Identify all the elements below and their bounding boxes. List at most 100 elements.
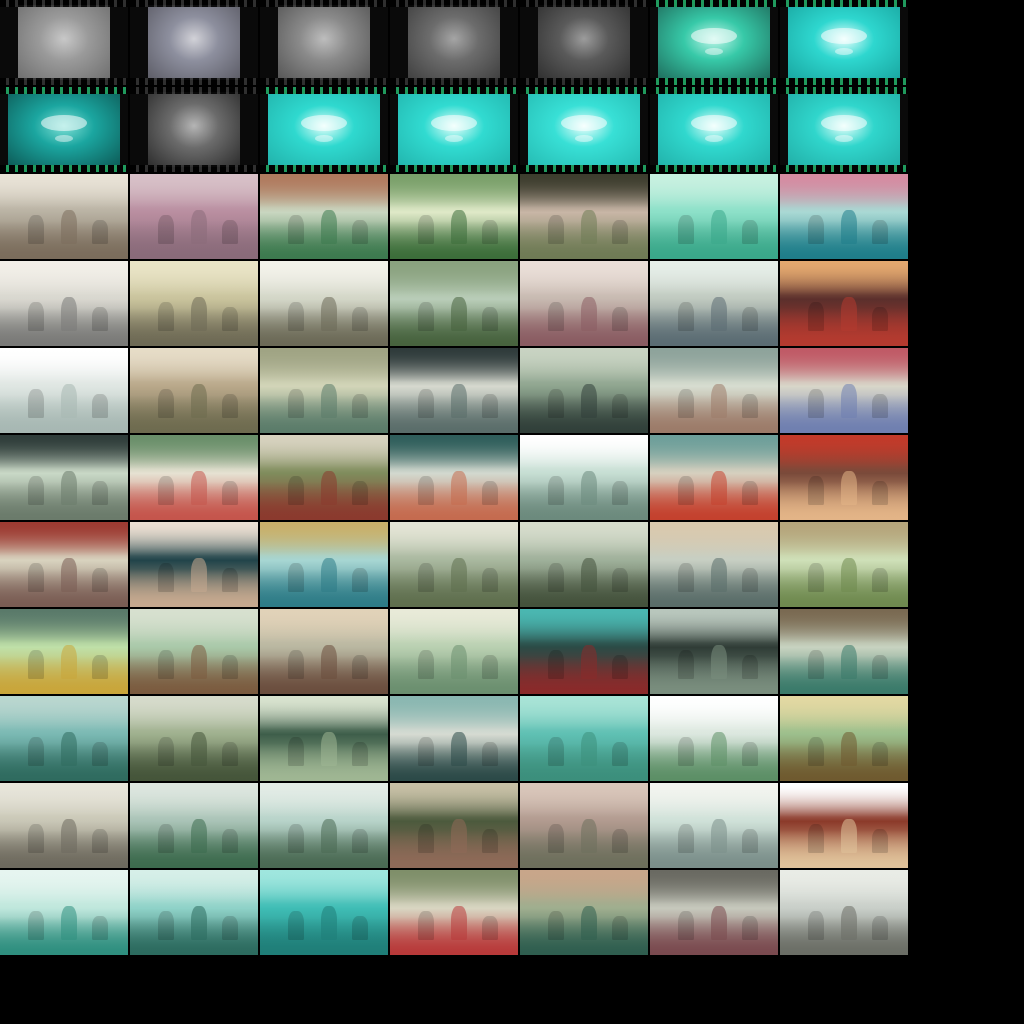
thumbnail-r1c1[interactable]: [0, 0, 128, 85]
thumbnail-r5c3[interactable]: [260, 348, 388, 433]
thumbnail-r10c3[interactable]: [260, 783, 388, 868]
thumbnail-r9c1[interactable]: [0, 696, 128, 781]
thumbnail-r3c3[interactable]: [260, 174, 388, 259]
thumbnail-r6c1[interactable]: [0, 435, 128, 520]
photo-subject-shape: [678, 301, 694, 331]
thumbnail-r4c6[interactable]: [650, 261, 778, 346]
thumbnail-r11c6[interactable]: [650, 870, 778, 955]
thumbnail-r1c7[interactable]: [780, 0, 908, 85]
thumbnail-r7c2[interactable]: [130, 522, 258, 607]
thumbnail-r3c4[interactable]: [390, 174, 518, 259]
thumbnail-r10c2[interactable]: [130, 783, 258, 868]
photo-subject-shape: [711, 731, 727, 766]
photo-subject-shape: [612, 480, 628, 505]
photo-subject-shape: [92, 567, 108, 592]
thumbnail-r11c5[interactable]: [520, 870, 648, 955]
thumbnail-r8c2[interactable]: [130, 609, 258, 694]
thumbnail-r2c1[interactable]: [0, 87, 128, 172]
thumbnail-r2c5[interactable]: [520, 87, 648, 172]
thumbnail-r5c7[interactable]: [780, 348, 908, 433]
thumbnail-r11c3[interactable]: [260, 870, 388, 955]
thumbnail-r7c1[interactable]: [0, 522, 128, 607]
thumbnail-r10c5[interactable]: [520, 783, 648, 868]
thumbnail-r10c6[interactable]: [650, 783, 778, 868]
photo-subject-shape: [808, 475, 824, 505]
thumbnail-r4c2[interactable]: [130, 261, 258, 346]
thumbnail-r9c3[interactable]: [260, 696, 388, 781]
thumbnail-r8c4[interactable]: [390, 609, 518, 694]
thumbnail-r10c4[interactable]: [390, 783, 518, 868]
photo-subject-shape: [872, 219, 888, 244]
thumbnail-r9c4[interactable]: [390, 696, 518, 781]
thumbnail-r1c4[interactable]: [390, 0, 518, 85]
thumbnail-r2c2[interactable]: [130, 87, 258, 172]
thumbnail-r9c7[interactable]: [780, 696, 908, 781]
thumbnail-r11c7[interactable]: [780, 870, 908, 955]
thumbnail-r10c7[interactable]: [780, 783, 908, 868]
thumbnail-r4c3[interactable]: [260, 261, 388, 346]
thumbnail-r5c6[interactable]: [650, 348, 778, 433]
thumbnail-r6c3[interactable]: [260, 435, 388, 520]
thumbnail-r3c5[interactable]: [520, 174, 648, 259]
thumbnail-r4c5[interactable]: [520, 261, 648, 346]
thumbnail-r3c2[interactable]: [130, 174, 258, 259]
photo-subject-shape: [451, 296, 467, 331]
thumbnail-r5c2[interactable]: [130, 348, 258, 433]
thumbnail-r11c1[interactable]: [0, 870, 128, 955]
thumbnail-r8c1[interactable]: [0, 609, 128, 694]
thumbnail-r1c5[interactable]: [520, 0, 648, 85]
thumbnail-r3c6[interactable]: [650, 174, 778, 259]
thumbnail-r11c4[interactable]: [390, 870, 518, 955]
thumbnail-r4c7[interactable]: [780, 261, 908, 346]
thumbnail-r11c2[interactable]: [130, 870, 258, 955]
thumbnail-r6c5[interactable]: [520, 435, 648, 520]
photo-subject-shape: [321, 731, 337, 766]
thumbnail-r1c6[interactable]: [650, 0, 778, 85]
thumbnail-r4c4[interactable]: [390, 261, 518, 346]
thumbnail-r6c4[interactable]: [390, 435, 518, 520]
photo-subject-shape: [28, 910, 44, 940]
thumbnail-r6c6[interactable]: [650, 435, 778, 520]
photo-subject-shape: [451, 383, 467, 418]
thumbnail-r6c2[interactable]: [130, 435, 258, 520]
thumbnail-r8c5[interactable]: [520, 609, 648, 694]
thumbnail-r2c4[interactable]: [390, 87, 518, 172]
thumbnail-r2c3[interactable]: [260, 87, 388, 172]
thumbnail-r8c3[interactable]: [260, 609, 388, 694]
thumbnail-r7c7[interactable]: [780, 522, 908, 607]
thumbnail-r1c2[interactable]: [130, 0, 258, 85]
photo-subject-shape: [92, 480, 108, 505]
thumbnail-r5c5[interactable]: [520, 348, 648, 433]
thumbnail-r9c5[interactable]: [520, 696, 648, 781]
photo-upper-region: [130, 348, 258, 382]
thumbnail-r7c3[interactable]: [260, 522, 388, 607]
photo-upper-region: [520, 522, 648, 556]
thumbnail-r8c7[interactable]: [780, 609, 908, 694]
thumbnail-r5c4[interactable]: [390, 348, 518, 433]
sprocket-holes: [130, 87, 258, 94]
thumbnail-r5c1[interactable]: [0, 348, 128, 433]
photo-subject-shape: [158, 562, 174, 592]
photo-subject-shape: [451, 557, 467, 592]
photo-subject-shape: [742, 393, 758, 418]
thumbnail-r9c6[interactable]: [650, 696, 778, 781]
film-highlight: [561, 115, 607, 131]
thumbnail-r7c4[interactable]: [390, 522, 518, 607]
thumbnail-r8c6[interactable]: [650, 609, 778, 694]
thumbnail-r2c6[interactable]: [650, 87, 778, 172]
film-frame: [277, 5, 371, 80]
thumbnail-r7c6[interactable]: [650, 522, 778, 607]
thumbnail-r3c1[interactable]: [0, 174, 128, 259]
thumbnail-r1c3[interactable]: [260, 0, 388, 85]
thumbnail-r6c7[interactable]: [780, 435, 908, 520]
thumbnail-r2c7[interactable]: [780, 87, 908, 172]
photo-upper-region: [0, 609, 128, 643]
thumbnail-r7c5[interactable]: [520, 522, 648, 607]
photo-subject-shape: [321, 209, 337, 244]
thumbnail-r9c2[interactable]: [130, 696, 258, 781]
thumbnail-r4c1[interactable]: [0, 261, 128, 346]
photo-subject-shape: [581, 557, 597, 592]
photo-subject-shape: [288, 475, 304, 505]
thumbnail-r3c7[interactable]: [780, 174, 908, 259]
thumbnail-r10c1[interactable]: [0, 783, 128, 868]
